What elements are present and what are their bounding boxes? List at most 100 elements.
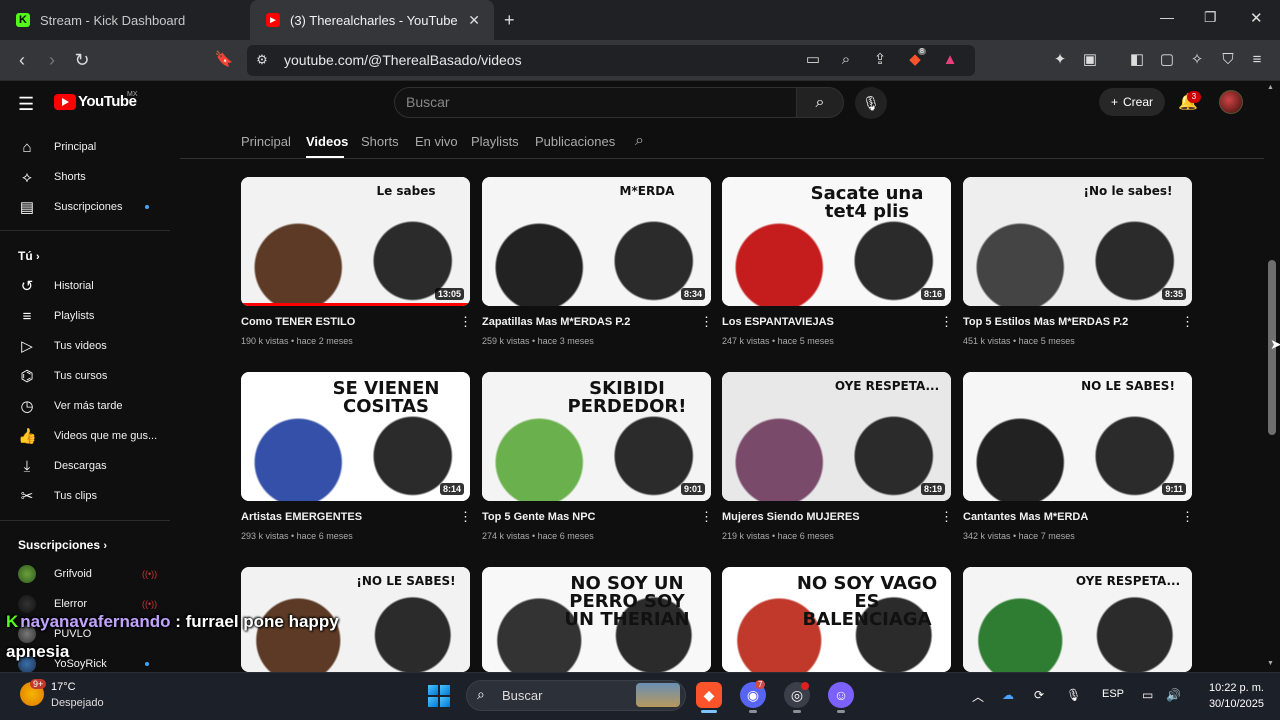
sidebar-toggle-icon[interactable]: ◧	[1128, 51, 1146, 69]
recording-dot	[801, 682, 809, 690]
voice-search-icon[interactable]: 🎙	[855, 87, 887, 119]
more-options-icon[interactable]: ⋮	[700, 509, 713, 525]
channel-search-icon[interactable]: ⌕	[635, 132, 644, 150]
wallet-icon[interactable]: ▢	[1158, 51, 1176, 69]
more-options-icon[interactable]: ⋮	[940, 509, 953, 525]
more-options-icon[interactable]: ⋮	[700, 314, 713, 330]
sidebar-item-courses[interactable]: ⌬ Tus cursos	[18, 364, 107, 388]
video-title[interactable]: Top 5 Estilos Mas M*ERDAS P.2	[963, 316, 1128, 328]
sidebar-item-playlists[interactable]: ≡ Playlists	[18, 304, 95, 328]
video-thumbnail[interactable]: SKIBIDI PERDEDOR! 9:01	[482, 372, 711, 501]
extensions-icon[interactable]: ✦	[1051, 51, 1069, 69]
bookmark-icon[interactable]: 🔖	[214, 50, 234, 68]
weather-condition[interactable]: Despejado	[51, 697, 104, 709]
tab-youtube[interactable]: ▶ (3) Therealcharles - YouTube ✕	[250, 0, 494, 40]
reader-icon[interactable]: ▣	[1081, 51, 1099, 69]
site-settings-icon[interactable]: ⚙	[253, 51, 271, 69]
menu-icon[interactable]: ≡	[1248, 51, 1266, 69]
sidebar-item-downloads[interactable]: ⤓ Descargas	[18, 454, 107, 478]
video-thumbnail[interactable]: Sacate una tet4 plis 8:16	[722, 177, 951, 306]
vpn-icon[interactable]: ⛉	[1219, 51, 1237, 69]
more-options-icon[interactable]: ⋮	[1181, 509, 1194, 525]
more-options-icon[interactable]: ⋮	[1181, 314, 1194, 330]
leo-ai-icon[interactable]: ✧	[1188, 51, 1206, 69]
more-options-icon[interactable]: ⋮	[459, 314, 472, 330]
restore-icon[interactable]: ❐	[1204, 9, 1217, 26]
video-thumbnail[interactable]: OYE RESPETA... 8:19	[722, 372, 951, 501]
network-icon[interactable]: ▭	[1142, 688, 1153, 702]
sync-icon[interactable]: ⟳	[1034, 688, 1044, 702]
share-icon[interactable]: ⇪	[871, 51, 889, 69]
video-title[interactable]: Artistas EMERGENTES	[241, 511, 362, 523]
video-title[interactable]: Top 5 Gente Mas NPC	[482, 511, 595, 523]
onedrive-icon[interactable]: ☁	[1002, 688, 1014, 702]
video-thumbnail[interactable]: M*ERDA 8:34	[482, 177, 711, 306]
tab-principal[interactable]: Principal	[241, 134, 291, 149]
courses-icon: ⌬	[20, 368, 34, 385]
scroll-up-icon[interactable]: ▲	[1267, 84, 1274, 91]
tab-posts[interactable]: Publicaciones	[535, 134, 615, 149]
watch-progress-bar	[241, 303, 470, 306]
sidebar-item-shorts[interactable]: ⟡ Shorts	[18, 165, 86, 189]
hamburger-menu-icon[interactable]: ☰	[18, 94, 34, 115]
video-thumbnail[interactable]: Le sabes 13:05	[241, 177, 470, 306]
new-tab-button[interactable]: +	[504, 10, 515, 31]
more-options-icon[interactable]: ⋮	[459, 509, 472, 525]
video-thumbnail[interactable]: SE VIENEN COSITAS 8:14	[241, 372, 470, 501]
video-title[interactable]: Mujeres Siendo MUJERES	[722, 511, 860, 523]
tab-shorts[interactable]: Shorts	[361, 134, 399, 149]
language-indicator[interactable]: ESP	[1102, 688, 1124, 700]
tab-live[interactable]: En vivo	[415, 134, 458, 149]
create-button[interactable]: + Crear	[1099, 88, 1165, 116]
sidebar-item-label: Shorts	[54, 171, 86, 183]
brave-rewards-icon[interactable]: ▲	[941, 51, 959, 69]
sidebar-item-history[interactable]: ↺ Historial	[18, 274, 94, 298]
clock-time[interactable]: 10:22 p. m.	[1200, 682, 1264, 694]
video-title[interactable]: Los ESPANTAVIEJAS	[722, 316, 834, 328]
tab-kick-dashboard[interactable]: K Stream - Kick Dashboard	[0, 0, 240, 40]
volume-icon[interactable]: 🔊	[1166, 688, 1181, 702]
brave-app-icon[interactable]: ◆	[696, 682, 722, 708]
close-window-icon[interactable]: ✕	[1250, 9, 1263, 27]
sidebar-item-subscriptions[interactable]: ▤ Suscripciones	[18, 195, 123, 219]
tray-overflow-icon[interactable]: ︿	[972, 688, 984, 705]
sidebar-subscriptions-heading[interactable]: Suscripciones ›	[18, 538, 107, 552]
sidebar-sub-grifvoid[interactable]: Grifvoid	[18, 562, 92, 586]
sidebar-you-heading[interactable]: Tú ›	[18, 249, 40, 263]
forward-icon[interactable]: ›	[42, 50, 62, 71]
clock-date[interactable]: 30/10/2025	[1200, 698, 1264, 710]
zoom-icon[interactable]: ⌕	[837, 51, 855, 69]
video-title[interactable]: Zapatillas Mas M*ERDAS P.2	[482, 316, 630, 328]
video-title[interactable]: Como TENER ESTILO	[241, 316, 355, 328]
mic-tray-icon[interactable]: 🎙	[1066, 688, 1081, 702]
tab-playlists[interactable]: Playlists	[471, 134, 519, 149]
search-input[interactable]	[394, 87, 797, 118]
cast-icon[interactable]: ▭	[804, 51, 822, 69]
reload-icon[interactable]: ↻	[72, 50, 92, 71]
tab-videos[interactable]: Videos	[306, 134, 348, 149]
sidebar-item-your-videos[interactable]: ▷ Tus videos	[18, 334, 107, 358]
close-tab-icon[interactable]: ✕	[468, 12, 480, 29]
video-title[interactable]: Cantantes Mas M*ERDA	[963, 511, 1088, 523]
video-thumbnail[interactable]: OYE RESPETA...	[963, 567, 1192, 672]
video-thumbnail[interactable]: NO SOY UN PERRO SOY UN THERIAN	[482, 567, 711, 672]
more-options-icon[interactable]: ⋮	[940, 314, 953, 330]
scroll-down-icon[interactable]: ▼	[1267, 660, 1274, 667]
start-button[interactable]	[428, 685, 450, 707]
search-button[interactable]: ⌕	[796, 87, 844, 118]
minimize-icon[interactable]: —	[1160, 9, 1174, 25]
sidebar-item-principal[interactable]: ⌂ Principal	[18, 135, 96, 159]
account-avatar[interactable]	[1219, 90, 1243, 114]
video-thumbnail[interactable]: NO LE SABES! 9:11	[963, 372, 1192, 501]
url-text[interactable]: youtube.com/@TherealBasado/videos	[284, 52, 522, 68]
video-thumbnail[interactable]: NO SOY VAGO ES BALENCIAGA	[722, 567, 951, 672]
chat-app-icon[interactable]: ☺	[828, 682, 854, 708]
youtube-logo-icon[interactable]	[54, 94, 76, 110]
sidebar-item-liked-videos[interactable]: 👍 Videos que me gus...	[18, 424, 157, 448]
sidebar-item-watch-later[interactable]: ◷ Ver más tarde	[18, 394, 122, 418]
sidebar-item-label: Elerror	[54, 598, 88, 610]
back-icon[interactable]: ‹	[12, 50, 32, 71]
sidebar-item-clips[interactable]: ✂ Tus clips	[18, 484, 97, 508]
weather-temperature[interactable]: 17°C	[51, 681, 76, 693]
video-thumbnail[interactable]: ¡No le sabes! 8:35	[963, 177, 1192, 306]
